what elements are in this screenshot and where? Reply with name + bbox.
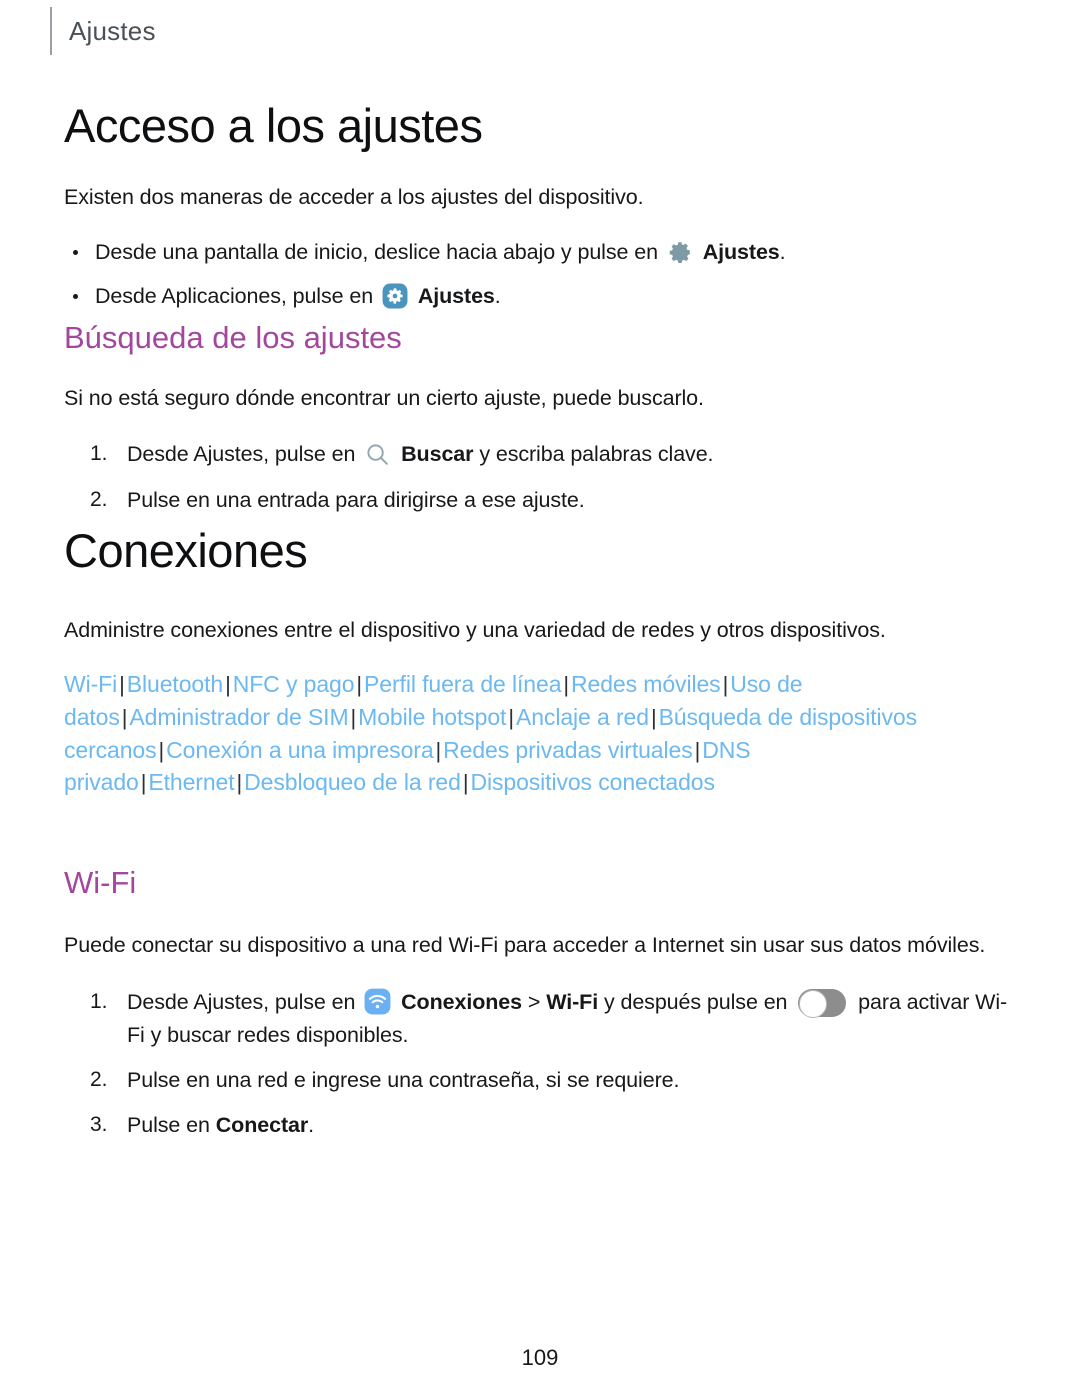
step-text-post: y escriba palabras clave. [479, 442, 714, 467]
bullet-bold-label: Ajustes [417, 283, 495, 308]
list-item: Desde Ajustes, pulse en Buscar y escriba… [64, 438, 1024, 470]
link-separator: | [563, 672, 570, 698]
wifi-intro-text: Puede conectar su dispositivo a una red … [64, 932, 986, 957]
busqueda-intro-text: Si no está seguro dónde encontrar un cie… [64, 385, 704, 410]
link-nfc-y-pago[interactable]: NFC y pago [233, 671, 355, 697]
link-separator: | [121, 705, 128, 731]
document-page: Ajustes Acceso a los ajustes Existen dos… [0, 0, 1080, 1397]
section-title-wifi: Wi-Fi [64, 865, 137, 900]
link-separator: | [435, 737, 442, 763]
step-text-pre: Desde Ajustes, pulse en [127, 990, 356, 1015]
step-text-pre: Desde Ajustes, pulse en [127, 442, 356, 467]
list-item: Pulse en una red e ingrese una contraseñ… [64, 1064, 1024, 1096]
bullet-text-post: . [779, 240, 786, 265]
section-title-busqueda: Búsqueda de los ajustes [64, 320, 402, 355]
list-item: Desde Ajustes, pulse en Conexiones > Wi-… [64, 986, 1024, 1051]
wifi-blue-icon [364, 988, 391, 1015]
link-perfil-fuera-de-linea[interactable]: Perfil fuera de línea [364, 671, 561, 697]
list-item: Pulse en una entrada para dirigirse a es… [64, 484, 1024, 516]
bullet-text-post: . [494, 283, 501, 308]
link-redes-privadas-virtuales[interactable]: Redes privadas virtuales [443, 737, 693, 763]
step-text-pre: Pulse en una entrada para dirigirse a es… [127, 487, 585, 512]
header-divider-rule [50, 7, 52, 55]
gear-gray-icon [667, 239, 693, 265]
running-header-title: Ajustes [69, 15, 156, 46]
step-text-pre: Pulse en una red e ingrese una contraseñ… [127, 1067, 680, 1092]
link-wi-fi[interactable]: Wi-Fi [64, 671, 117, 697]
running-header: Ajustes [50, 6, 156, 56]
link-separator: | [119, 672, 125, 698]
step-bold-label: Conectar [215, 1113, 309, 1138]
link-bluetooth[interactable]: Bluetooth [127, 671, 223, 697]
step-bold-label: Conexiones [401, 990, 522, 1015]
link-separator: | [350, 705, 357, 731]
link-separator: | [462, 770, 469, 796]
bullet-text-pre: Desde una pantalla de inicio, deslice ha… [95, 240, 658, 265]
link-dispositivos-conectados[interactable]: Dispositivos conectados [470, 769, 715, 795]
section-title-conexiones: Conexiones [64, 524, 308, 577]
conexiones-intro-text: Administre conexiones entre el dispositi… [64, 617, 886, 642]
list-item: Desde una pantalla de inicio, deslice ha… [64, 236, 1024, 268]
section-busqueda: Búsqueda de los ajustes Si no está segur… [64, 320, 1024, 529]
busqueda-step-list: Desde Ajustes, pulse en Buscar y escriba… [64, 438, 1024, 516]
step-bold-label: Buscar [401, 442, 474, 467]
step-bold-label-2: Wi-Fi [546, 990, 599, 1015]
link-anclaje-a-red[interactable]: Anclaje a red [516, 704, 649, 730]
bullet-bold-label: Ajustes [702, 240, 780, 265]
step-text-mid-2: y después pulse en [603, 990, 788, 1015]
link-separator: | [508, 705, 514, 731]
link-separator: | [225, 672, 231, 698]
bullet-text-pre: Desde Aplicaciones, pulse en [95, 283, 374, 308]
link-separator: | [694, 737, 701, 763]
section-conexiones: Conexiones Administre conexiones entre e… [64, 525, 1024, 799]
link-mobile-hotspot[interactable]: Mobile hotspot [358, 704, 506, 730]
list-item: Pulse en Conectar. [64, 1109, 1024, 1141]
link-separator: | [236, 770, 243, 796]
link-separator: | [158, 737, 165, 763]
page-number: 109 [521, 1345, 559, 1370]
gear-blue-icon [382, 283, 408, 309]
link-separator: | [140, 770, 147, 796]
wifi-toggle-off-icon [798, 989, 847, 1019]
step-text-mid: > [527, 990, 541, 1015]
page-title: Acceso a los ajustes [64, 99, 483, 152]
step-text-pre: Pulse en [127, 1113, 210, 1138]
list-item: Desde Aplicaciones, pulse en Ajustes. [64, 280, 1024, 312]
link-administrador-de-sim[interactable]: Administrador de SIM [129, 704, 348, 730]
acceso-bullet-list: Desde una pantalla de inicio, deslice ha… [64, 236, 1024, 312]
acceso-intro-text: Existen dos maneras de acceder a los aju… [64, 184, 644, 209]
link-separator: | [722, 672, 729, 698]
link-desbloqueo-de-la-red[interactable]: Desbloqueo de la red [244, 769, 461, 795]
search-icon [364, 441, 391, 468]
section-acceso: Acceso a los ajustes Existen dos maneras… [64, 100, 1024, 323]
link-separator: | [650, 705, 657, 731]
link-redes-moviles[interactable]: Redes móviles [571, 671, 721, 697]
link-conexion-a-una-impresora[interactable]: Conexión a una impresora [166, 737, 433, 763]
wifi-step-list: Desde Ajustes, pulse en Conexiones > Wi-… [64, 986, 1024, 1141]
link-separator: | [356, 672, 363, 698]
section-wifi: Wi-Fi Puede conectar su dispositivo a un… [64, 865, 1024, 1154]
link-ethernet[interactable]: Ethernet [148, 769, 234, 795]
conexiones-link-list: Wi-Fi|Bluetooth|NFC y pago|Perfil fuera … [64, 668, 969, 799]
step-text-post: . [308, 1113, 315, 1138]
